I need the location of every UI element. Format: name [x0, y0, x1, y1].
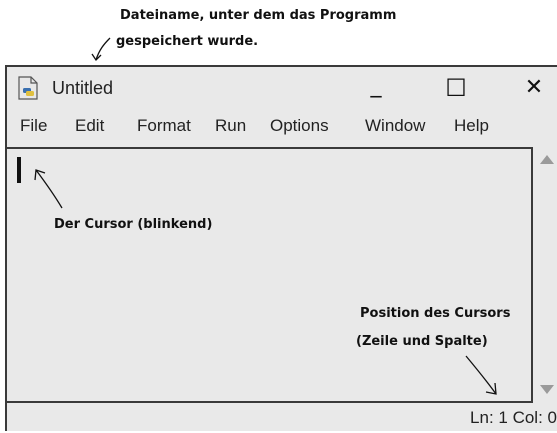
title-bar[interactable]: Untitled _ ☐ ✕ [7, 67, 557, 109]
text-cursor [17, 157, 21, 183]
cursor-annotation-arrow [34, 169, 63, 209]
filename-annotation-line2: gespeichert wurde. [116, 34, 259, 49]
python-file-icon [18, 76, 38, 100]
menu-run[interactable]: Run [215, 116, 246, 136]
menu-help[interactable]: Help [454, 116, 489, 136]
scroll-up-arrow-icon[interactable] [540, 155, 554, 164]
status-bar: Ln: 1 Col: 0 [7, 404, 557, 433]
cursor-annotation: Der Cursor (blinkend) [54, 217, 213, 232]
text-editor-area[interactable] [7, 147, 533, 403]
menu-edit[interactable]: Edit [75, 116, 104, 136]
scroll-down-arrow-icon[interactable] [540, 385, 554, 394]
menu-window[interactable]: Window [365, 116, 425, 136]
position-annotation-arrow [465, 355, 497, 395]
maximize-button[interactable]: ☐ [436, 71, 476, 105]
menu-format[interactable]: Format [137, 116, 191, 136]
vertical-scrollbar[interactable] [535, 147, 557, 403]
close-button[interactable]: ✕ [514, 71, 554, 105]
position-annotation-line1: Position des Cursors [360, 306, 511, 321]
position-annotation-line2: (Zeile und Spalte) [356, 334, 488, 349]
menu-bar: File Edit Format Run Options Window Help [7, 111, 557, 143]
cursor-position-status: Ln: 1 Col: 0 [470, 408, 557, 427]
filename-annotation-line1: Dateiname, unter dem das Programm [120, 8, 397, 23]
menu-options[interactable]: Options [270, 116, 329, 136]
menu-file[interactable]: File [20, 116, 47, 136]
filename-annotation-arrow [91, 37, 111, 62]
minimize-button[interactable]: _ [356, 69, 396, 103]
window-title: Untitled [52, 78, 114, 98]
